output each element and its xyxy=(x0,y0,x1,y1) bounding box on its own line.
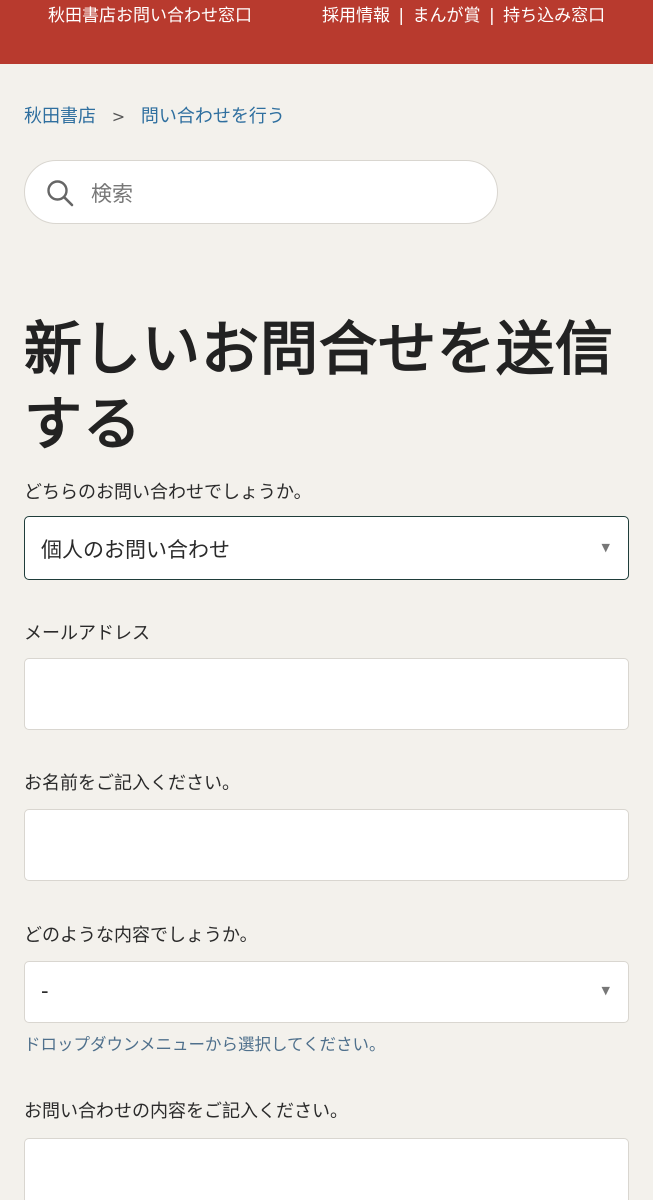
breadcrumb: 秋田書店 > 問い合わせを行う xyxy=(24,104,285,130)
inquiry-type-value: 個人のお問い合わせ xyxy=(41,538,230,562)
page-title: 新しいお問合せを送信する xyxy=(24,315,615,458)
topic-value: - xyxy=(41,979,49,1003)
search-icon xyxy=(47,180,74,207)
header-link-submission[interactable]: 持ち込み窓口 xyxy=(503,6,605,26)
header-link-recruit[interactable]: 採用情報 xyxy=(322,6,390,26)
header-links: 採用情報 | まんが賞 | 持ち込み窓口 xyxy=(322,3,605,29)
caret-down-icon: ▼ xyxy=(601,984,610,997)
search-input[interactable] xyxy=(89,173,473,215)
email-field[interactable] xyxy=(24,658,629,730)
email-label: メールアドレス xyxy=(24,623,150,644)
header-link-separator: | xyxy=(488,6,495,26)
inquiry-type-select[interactable]: 個人のお問い合わせ ▼ xyxy=(24,516,629,580)
message-label: お問い合わせの内容をご記入ください。 xyxy=(24,1101,348,1122)
message-textarea[interactable] xyxy=(24,1138,629,1200)
topic-label: どのような内容でしょうか。 xyxy=(24,925,258,946)
header-link-separator: | xyxy=(398,6,405,26)
site-header: 秋田書店お問い合わせ窓口 採用情報 | まんが賞 | 持ち込み窓口 xyxy=(0,0,653,64)
caret-down-icon: ▼ xyxy=(601,541,610,554)
name-field[interactable] xyxy=(24,809,629,881)
topic-select[interactable]: - ▼ xyxy=(24,961,629,1023)
breadcrumb-separator: > xyxy=(111,107,126,126)
inquiry-type-label: どちらのお問い合わせでしょうか。 xyxy=(24,482,312,503)
topic-hint: ドロップダウンメニューから選択してください。 xyxy=(24,1035,386,1054)
header-link-manga-award[interactable]: まんが賞 xyxy=(413,6,481,26)
site-title[interactable]: 秋田書店お問い合わせ窓口 xyxy=(48,3,263,29)
breadcrumb-current[interactable]: 問い合わせを行う xyxy=(141,106,285,127)
breadcrumb-home[interactable]: 秋田書店 xyxy=(24,106,96,127)
search-box[interactable] xyxy=(24,160,498,224)
name-label: お名前をご記入ください。 xyxy=(24,773,240,794)
